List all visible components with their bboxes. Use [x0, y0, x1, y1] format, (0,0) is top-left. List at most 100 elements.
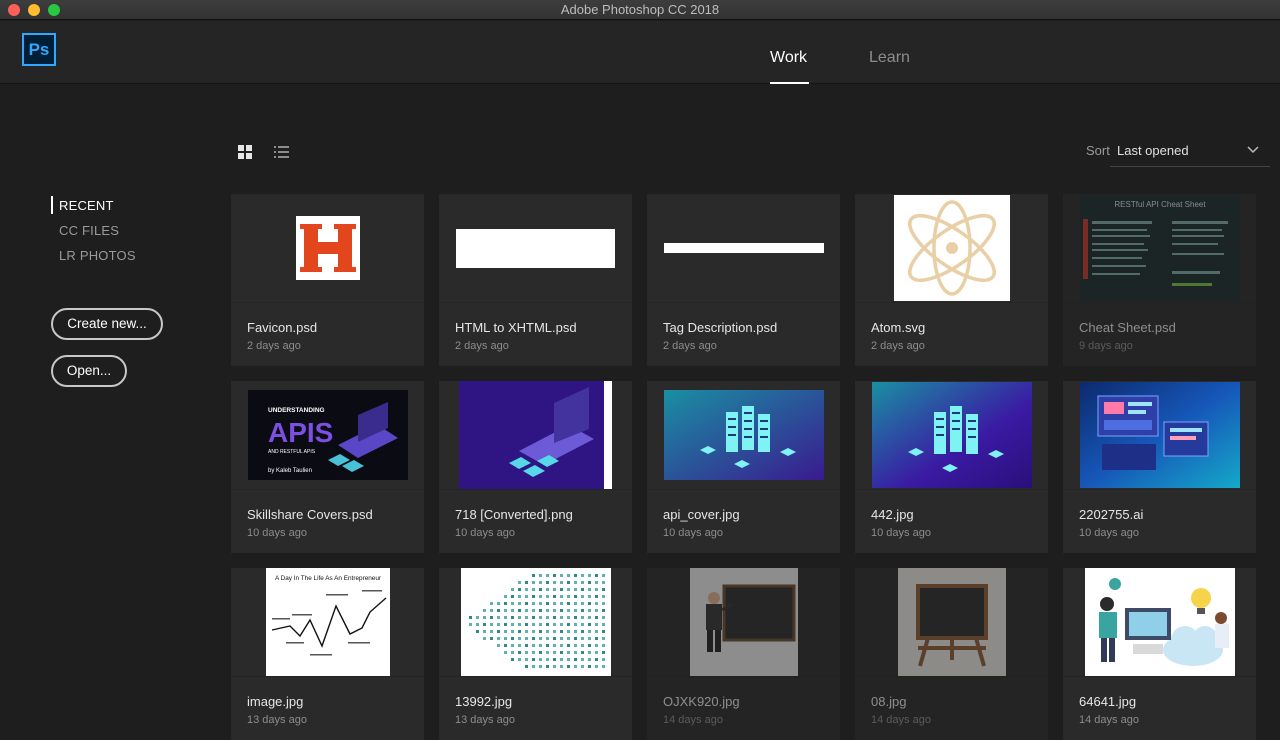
file-thumbnail — [855, 381, 1048, 489]
file-thumbnail — [231, 194, 424, 302]
file-thumbnail — [855, 568, 1048, 676]
file-name: Skillshare Covers.psd — [247, 507, 373, 522]
create-new-button[interactable]: Create new... — [51, 308, 163, 340]
file-name: Atom.svg — [871, 320, 926, 335]
file-date: 9 days ago — [1079, 340, 1133, 352]
file-date: 10 days ago — [1079, 527, 1139, 539]
file-date: 2 days ago — [663, 340, 717, 352]
sort-label: Sort — [1086, 143, 1110, 158]
grid-view-icon[interactable] — [238, 145, 253, 160]
open-button[interactable]: Open... — [51, 355, 127, 387]
entrepreneur-chart-image: A Day In The Life As An Entrepreneur — [265, 568, 390, 676]
file-card[interactable]: 442.jpg 10 days ago — [855, 381, 1048, 553]
file-name: Favicon.psd — [247, 320, 318, 335]
white-bar-image — [456, 228, 615, 268]
file-thumbnail: A Day In The Life As An Entrepreneur — [231, 568, 424, 676]
window-title: Adobe Photoshop CC 2018 — [560, 2, 720, 17]
file-card[interactable]: HTML to XHTML.psd 2 days ago — [439, 194, 632, 366]
file-thumbnail — [439, 568, 632, 676]
file-card[interactable]: RESTful API Cheat Sheet Cheat Sheet.psd … — [1063, 194, 1256, 366]
file-thumbnail — [647, 194, 840, 302]
sidebar-item-cc-files[interactable]: CC FILES — [59, 223, 119, 238]
sidebar — [0, 85, 220, 720]
svg-text:UNDERSTANDING: UNDERSTANDING — [268, 407, 325, 414]
file-thumbnail — [439, 194, 632, 302]
file-thumbnail: UNDERSTANDING APIS AND RESTFUL APIS by K… — [231, 381, 424, 489]
svg-text:by Kaleb Taulien: by Kaleb Taulien — [268, 468, 312, 474]
file-name: HTML to XHTML.psd — [455, 320, 577, 335]
tab-work[interactable]: Work — [770, 49, 807, 67]
file-name: 718 [Converted].png — [455, 507, 573, 522]
sidebar-active-marker — [51, 196, 53, 214]
app-header: Ps Work Learn — [0, 21, 1280, 84]
file-name: 2202755.ai — [1079, 507, 1144, 522]
apis-cover-image: UNDERSTANDING APIS AND RESTFUL APIS by K… — [247, 390, 408, 480]
sidebar-item-lr-photos[interactable]: LR PHOTOS — [59, 248, 136, 263]
file-card[interactable]: api_cover.jpg 10 days ago — [647, 381, 840, 553]
file-name: 13992.jpg — [455, 694, 513, 709]
purple-laptop-image — [459, 381, 612, 489]
file-card[interactable]: 64641.jpg 14 days ago — [1063, 568, 1256, 740]
chevron-down-icon[interactable] — [1246, 144, 1260, 156]
sort-underline — [1110, 166, 1270, 167]
list-view-icon[interactable] — [274, 145, 290, 160]
file-name: image.jpg — [247, 694, 304, 709]
teacher-board-image — [689, 568, 798, 676]
file-thumbnail: RESTful API Cheat Sheet — [1063, 194, 1256, 302]
file-card[interactable]: 08.jpg 14 days ago — [855, 568, 1048, 740]
file-name: OJXK920.jpg — [663, 694, 740, 709]
file-date: 10 days ago — [455, 527, 515, 539]
file-card[interactable]: 2202755.ai 10 days ago — [1063, 381, 1256, 553]
file-thumbnail — [439, 381, 632, 489]
file-card[interactable]: Favicon.psd 2 days ago — [231, 194, 424, 366]
file-card[interactable]: Tag Description.psd 2 days ago — [647, 194, 840, 366]
svg-text:APIS: APIS — [268, 417, 333, 448]
file-name: Cheat Sheet.psd — [1079, 320, 1176, 335]
photoshop-logo-icon: Ps — [22, 33, 56, 66]
atom-logo-image — [893, 195, 1010, 301]
active-tab-indicator — [770, 82, 809, 84]
file-date: 2 days ago — [455, 340, 509, 352]
file-name: api_cover.jpg — [663, 507, 740, 522]
dot-pattern-image — [460, 568, 611, 676]
file-card[interactable]: OJXK920.jpg 14 days ago — [647, 568, 840, 740]
svg-text:A Day In The Life As An Entrep: A Day In The Life As An Entrepreneur — [274, 575, 381, 582]
file-card[interactable]: 13992.jpg 13 days ago — [439, 568, 632, 740]
sort-dropdown[interactable]: Last opened — [1117, 143, 1189, 158]
file-card[interactable]: A Day In The Life As An Entrepreneur ima… — [231, 568, 424, 740]
dashboard-blue-image — [1079, 382, 1240, 488]
file-thumbnail — [1063, 568, 1256, 676]
file-name: 64641.jpg — [1079, 694, 1137, 709]
file-thumbnail — [855, 194, 1048, 302]
cheat-sheet-image: RESTful API Cheat Sheet — [1079, 195, 1240, 301]
file-name: 442.jpg — [871, 507, 914, 522]
tab-learn[interactable]: Learn — [869, 49, 910, 67]
file-name: Tag Description.psd — [663, 320, 778, 335]
file-card[interactable]: UNDERSTANDING APIS AND RESTFUL APIS by K… — [231, 381, 424, 553]
file-card[interactable]: 718 [Converted].png 10 days ago — [439, 381, 632, 553]
favicon-h-image — [299, 224, 356, 272]
title-bar: Adobe Photoshop CC 2018 — [0, 0, 1280, 20]
sidebar-item-recent[interactable]: RECENT — [59, 198, 114, 213]
file-thumbnail — [647, 381, 840, 489]
file-thumbnail — [1063, 381, 1256, 489]
file-date: 14 days ago — [871, 714, 931, 726]
file-date: 2 days ago — [871, 340, 925, 352]
file-name: 08.jpg — [871, 694, 907, 709]
svg-text:AND RESTFUL APIS: AND RESTFUL APIS — [268, 449, 316, 455]
file-date: 10 days ago — [663, 527, 723, 539]
easel-board-image — [897, 568, 1006, 676]
file-date: 2 days ago — [247, 340, 301, 352]
file-card[interactable]: Atom.svg 2 days ago — [855, 194, 1048, 366]
server-purple-image — [871, 382, 1032, 488]
file-date: 10 days ago — [247, 527, 307, 539]
people-cloud-image — [1084, 568, 1235, 676]
file-date: 13 days ago — [455, 714, 515, 726]
file-date: 10 days ago — [871, 527, 931, 539]
file-thumbnail — [647, 568, 840, 676]
thin-bar-image — [663, 243, 824, 253]
file-date: 14 days ago — [1079, 714, 1139, 726]
file-date: 13 days ago — [247, 714, 307, 726]
svg-text:RESTful API Cheat Sheet: RESTful API Cheat Sheet — [1114, 200, 1206, 209]
file-date: 14 days ago — [663, 714, 723, 726]
